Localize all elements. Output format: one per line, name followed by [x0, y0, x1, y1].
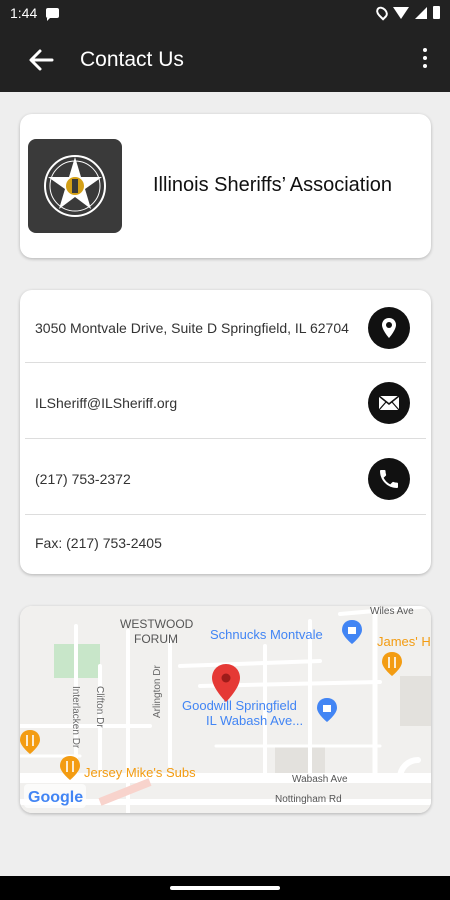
map-poi-jersey-mikes[interactable]: Jersey Mike's Subs — [84, 765, 196, 780]
map-label-forum: FORUM — [134, 632, 178, 646]
location-map[interactable]: WESTWOOD FORUM Wiles Ave Schnucks Montva… — [20, 606, 431, 813]
address-row[interactable]: 3050 Montvale Drive, Suite D Springfield… — [25, 290, 426, 366]
signal-icon — [415, 6, 427, 19]
phone-text: (217) 753-2372 — [35, 471, 131, 487]
map-label-nottingham: Nottingham Rd — [275, 794, 342, 805]
fax-text: Fax: (217) 753-2405 — [35, 535, 162, 551]
back-arrow-icon — [29, 49, 54, 71]
map-poi-goodwill-line1[interactable]: Goodwill Springfield — [182, 698, 297, 713]
call-button[interactable] — [368, 458, 410, 500]
divider — [25, 438, 426, 439]
email-button[interactable] — [368, 382, 410, 424]
map-label-wiles: Wiles Ave — [370, 606, 414, 617]
home-gesture-handle[interactable] — [170, 886, 280, 890]
mail-icon — [378, 395, 400, 411]
google-logo: Google — [28, 789, 83, 806]
contact-info-card: 3050 Montvale Drive, Suite D Springfield… — [20, 290, 431, 574]
organization-name: Illinois Sheriffs’ Association — [153, 174, 393, 196]
status-bar: 1:44 — [0, 0, 450, 28]
overflow-menu-button[interactable] — [414, 44, 436, 76]
back-button[interactable] — [22, 44, 62, 76]
location-status-icon — [373, 4, 391, 21]
page-title: Contact Us — [80, 48, 184, 71]
map-label-interlacken: Interlacken Dr — [70, 686, 81, 749]
email-text: ILSheriff@ILSheriff.org — [35, 395, 178, 411]
map-label-clifton: Clifton Dr — [94, 686, 105, 728]
status-time: 1:44 — [10, 5, 38, 21]
map-poi-james[interactable]: James' H — [377, 634, 431, 649]
battery-icon — [433, 6, 440, 19]
location-pin-icon — [382, 318, 396, 338]
map-label-wabash: Wabash Ave — [292, 774, 348, 785]
more-vert-icon — [423, 48, 427, 52]
status-icons — [373, 4, 440, 21]
map-view[interactable]: WESTWOOD FORUM Wiles Ave Schnucks Montva… — [20, 606, 431, 813]
phone-icon — [380, 470, 398, 488]
wifi-icon — [393, 6, 409, 19]
map-label-arlington: Arlington Dr — [152, 665, 163, 718]
location-button[interactable] — [368, 307, 410, 349]
map-label-westwood: WESTWOOD — [120, 617, 194, 631]
app-bar: Contact Us — [0, 28, 450, 92]
organization-card: Illinois Sheriffs’ Association — [20, 114, 431, 258]
system-navigation-bar — [0, 876, 450, 900]
map-poi-schnucks[interactable]: Schnucks Montvale — [210, 627, 323, 642]
message-notification-icon — [46, 8, 59, 21]
address-text: 3050 Montvale Drive, Suite D Springfield… — [35, 320, 349, 336]
sheriff-badge-logo — [28, 139, 122, 233]
phone-row[interactable]: (217) 753-2372 — [25, 441, 426, 517]
email-row[interactable]: ILSheriff@ILSheriff.org — [25, 365, 426, 441]
fax-row: Fax: (217) 753-2405 — [25, 515, 426, 574]
sheriff-star-icon — [44, 155, 106, 217]
map-poi-goodwill-line2[interactable]: IL Wabash Ave... — [206, 713, 303, 728]
divider — [25, 362, 426, 363]
